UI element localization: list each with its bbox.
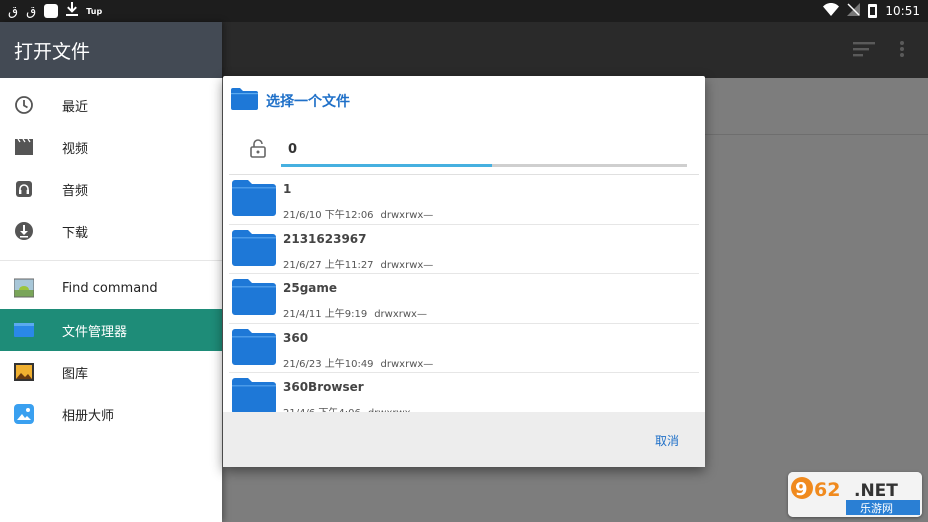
file-date: 21/6/27 上午11:27: [283, 259, 374, 271]
file-date: 21/6/23 上午10:49: [283, 358, 374, 370]
file-meta: 21/6/23 上午10:49 drwxrwx—: [283, 355, 433, 370]
file-meta: 21/4/6 下午4:06drwxrwx—: [283, 404, 421, 412]
sort-icon[interactable]: [853, 38, 877, 64]
file-date: 21/4/11 上午9:19: [283, 309, 368, 320]
folder-icon: [232, 279, 276, 319]
file-name: 25game: [283, 281, 338, 295]
file-row[interactable]: 25game 21/4/11 上午9:19 drwxrwx—: [229, 274, 699, 324]
file-permissions: drwxrwx—: [380, 259, 434, 271]
file-chooser-dialog: 选择一个文件 0 1 21/6/10 下午12:06 drwxrwx— 2131623…: [223, 76, 705, 467]
file-meta: 21/6/27 上午11:27 drwxrwx—: [283, 256, 433, 271]
no-signal-icon: [847, 3, 861, 19]
file-row[interactable]: 360Browser 21/4/6 下午4:06drwxrwx—: [229, 373, 699, 412]
svg-text:乐游网: 乐游网: [860, 502, 893, 515]
site-watermark-logo: 9 62 .NET 乐游网: [788, 472, 922, 517]
cancel-button[interactable]: 取消: [655, 432, 679, 449]
album-master-icon: [14, 404, 34, 424]
dialog-footer: 取消: [223, 412, 705, 467]
drawer-item-label: 图库: [62, 366, 89, 382]
file-name: 360Browser: [283, 380, 364, 394]
drawer-item-label: 音频: [62, 183, 89, 199]
file-name: 1: [283, 182, 292, 196]
file-row[interactable]: 2131623967 21/6/27 上午11:27 drwxrwx—: [229, 225, 699, 274]
drawer-item-gallery[interactable]: 图库: [0, 351, 222, 393]
wifi-icon: [823, 3, 840, 19]
status-time: 10:51: [885, 4, 920, 18]
drawer-divider: [0, 260, 222, 261]
lock-icon[interactable]: [249, 138, 267, 162]
drawer-item-downloads[interactable]: 下载: [0, 210, 222, 252]
notification-glyph: ق: [8, 3, 19, 19]
path-progress-track: [281, 164, 687, 167]
android-app-icon: [14, 278, 34, 298]
svg-text:62: 62: [814, 479, 840, 501]
file-permissions: drwxrwx—: [380, 210, 434, 221]
drawer-item-file-manager[interactable]: 文件管理器: [0, 309, 222, 351]
file-meta: 21/4/11 上午9:19 drwxrwx—: [283, 305, 427, 320]
drawer-item-label: 相册大师: [62, 408, 115, 424]
file-permissions: drwxrwx—: [374, 309, 427, 320]
file-row[interactable]: 360 21/6/23 上午10:49 drwxrwx—: [229, 324, 699, 373]
file-meta: 21/6/10 下午12:06 drwxrwx—: [283, 206, 433, 221]
headphones-icon: [14, 179, 34, 199]
drawer-item-album-master[interactable]: 相册大师: [0, 393, 222, 435]
drawer-item-label: 文件管理器: [62, 324, 128, 340]
dialog-header: 选择一个文件: [231, 88, 350, 114]
battery-icon: [868, 4, 878, 18]
drawer-title: 打开文件: [0, 22, 222, 78]
dialog-title: 选择一个文件: [266, 94, 350, 110]
file-permissions: drwxrwx—: [380, 358, 434, 370]
navigation-drawer: 打开文件 最近 视频 音频 下载 Find command 文件管理器 图库 相…: [0, 22, 222, 522]
folder-icon: [232, 180, 276, 220]
more-options-icon[interactable]: [898, 38, 906, 64]
drawer-item-label: 视频: [62, 141, 89, 157]
drawer-item-label: 下载: [62, 225, 89, 241]
folder-icon: [232, 328, 276, 369]
drawer-item-label: Find command: [62, 280, 158, 296]
svg-text:9: 9: [795, 479, 808, 500]
drawer-item-video[interactable]: 视频: [0, 126, 222, 168]
drawer-item-audio[interactable]: 音频: [0, 168, 222, 210]
status-bar: ق ق Tup 10:51: [0, 0, 928, 22]
svg-text:.NET: .NET: [854, 481, 898, 501]
path-progress-fill: [281, 164, 493, 167]
file-row[interactable]: 1 21/6/10 下午12:06 drwxrwx—: [229, 175, 699, 225]
notification-app-label: Tup: [86, 6, 103, 16]
download-icon: [14, 221, 34, 241]
file-name: 360: [283, 330, 309, 345]
file-list[interactable]: 1 21/6/10 下午12:06 drwxrwx— 2131623967 21/6/2…: [229, 175, 699, 412]
drawer-item-find-command[interactable]: Find command: [0, 267, 222, 309]
notification-square-icon: [44, 4, 59, 18]
folder-icon: [231, 88, 258, 114]
notification-glyph: ق: [26, 3, 37, 19]
folder-icon: [232, 378, 276, 412]
folder-icon: [232, 229, 276, 270]
file-name: 2131623967: [283, 231, 367, 246]
file-manager-icon: [14, 320, 34, 340]
file-date: 21/6/10 下午12:06: [283, 210, 374, 221]
drawer-item-recent[interactable]: 最近: [0, 84, 222, 126]
download-notification-icon: [66, 2, 79, 20]
current-path[interactable]: 0: [288, 142, 297, 157]
video-icon: [14, 137, 34, 157]
drawer-item-label: 最近: [62, 99, 89, 115]
gallery-icon: [14, 362, 34, 382]
clock-icon: [14, 95, 34, 115]
